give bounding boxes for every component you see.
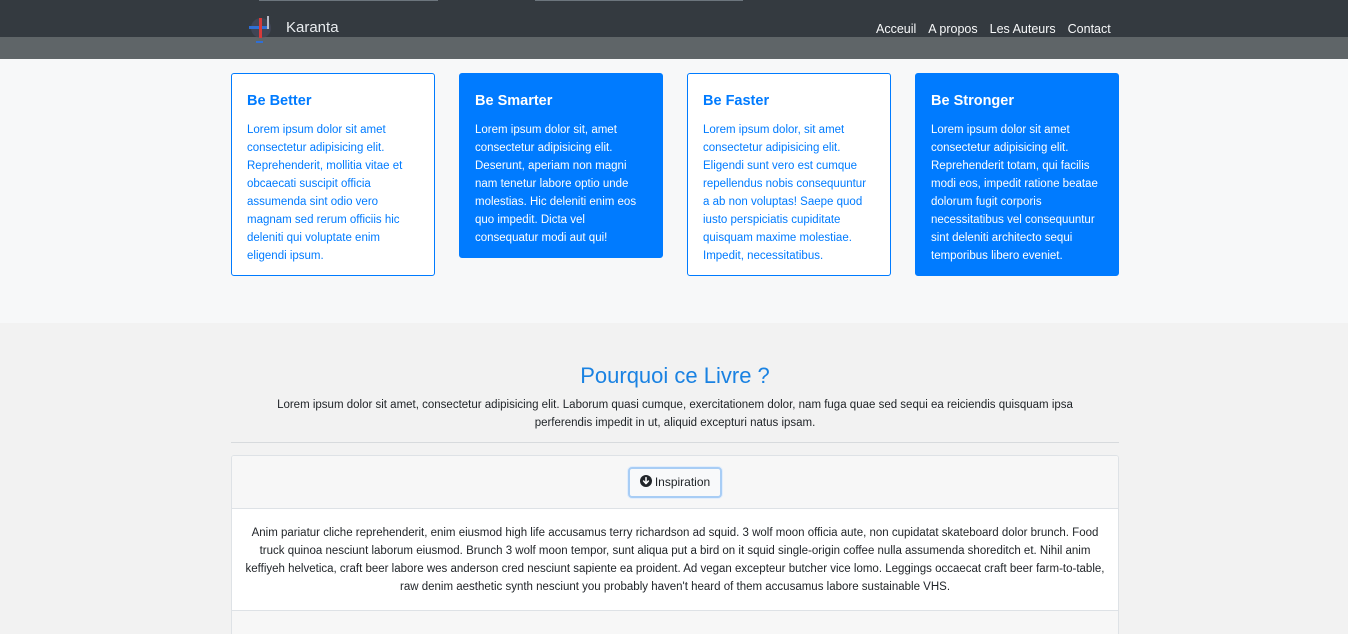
why-section: Pourquoi ce Livre ? Lorem ipsum dolor si…	[231, 360, 1119, 432]
feature-card-stronger: Be Stronger Lorem ipsum dolor sit amet c…	[915, 73, 1119, 276]
nav-links: Acceuil A propos Les Auteurs Contact	[876, 22, 1111, 36]
inspiration-toggle-button[interactable]: Inspiration	[627, 466, 723, 498]
feature-card-text: Lorem ipsum dolor sit amet consectetur a…	[247, 124, 403, 262]
nav-link-acceuil[interactable]: Acceuil	[876, 22, 916, 36]
top-divider-left	[259, 0, 438, 1]
navbar: Karanta Acceuil A propos Les Auteurs Con…	[0, 0, 1348, 59]
feature-card-title: Be Stronger	[931, 93, 1014, 109]
accordion-header: Inspiration	[232, 456, 1118, 509]
brand[interactable]: Karanta	[247, 12, 339, 46]
feature-card-title: Be Faster	[703, 93, 770, 109]
navbar-top-bar	[0, 0, 1348, 37]
feature-card-text: Lorem ipsum dolor sit, amet consectetur …	[475, 124, 637, 244]
why-title: Pourquoi ce Livre ?	[580, 363, 770, 388]
feature-card-text: Lorem ipsum dolor, sit amet consectetur …	[703, 124, 867, 262]
top-divider-right	[535, 0, 743, 1]
feature-card-smarter: Be Smarter Lorem ipsum dolor sit, amet c…	[459, 73, 663, 258]
feature-card-better: Be Better Lorem ipsum dolor sit amet con…	[231, 73, 435, 276]
why-text: Lorem ipsum dolor sit amet, consectetur …	[277, 399, 1073, 429]
feature-card-title: Be Better	[247, 93, 312, 109]
accordion: Inspiration Anim pariatur cliche reprehe…	[231, 455, 1119, 634]
accordion-next-header[interactable]	[232, 611, 1118, 634]
feature-card-title: Be Smarter	[475, 93, 553, 109]
arrow-circle-down-icon	[639, 474, 652, 490]
inspiration-button-label: Inspiration	[654, 475, 711, 489]
features-section: Be Better Lorem ipsum dolor sit amet con…	[0, 59, 1348, 323]
nav-link-contact[interactable]: Contact	[1068, 22, 1111, 36]
section-divider	[231, 442, 1119, 443]
feature-card-faster: Be Faster Lorem ipsum dolor, sit amet co…	[687, 73, 891, 276]
nav-link-a-propos[interactable]: A propos	[928, 22, 977, 36]
brand-logo-icon	[247, 12, 275, 46]
feature-card-text: Lorem ipsum dolor sit amet consectetur a…	[931, 124, 1098, 262]
brand-name: Karanta	[286, 19, 339, 36]
accordion-body: Anim pariatur cliche reprehenderit, enim…	[232, 509, 1118, 611]
nav-link-les-auteurs[interactable]: Les Auteurs	[990, 22, 1056, 36]
